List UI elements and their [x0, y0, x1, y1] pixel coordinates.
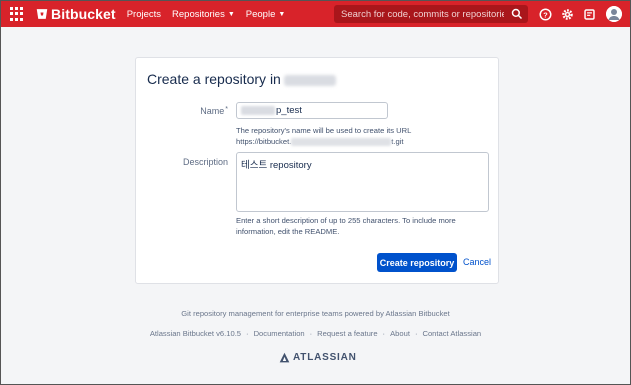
description-value: 테스트 repository — [241, 160, 312, 171]
chevron-down-icon: ▼ — [278, 10, 286, 18]
bitbucket-bucket-icon — [36, 9, 48, 19]
search-icon[interactable] — [511, 8, 523, 20]
name-field[interactable]: p_test — [236, 102, 388, 119]
help-icon[interactable]: ? — [538, 7, 552, 21]
nav-repositories[interactable]: Repositories ▼ — [172, 9, 235, 20]
brand-name: Bitbucket — [51, 6, 116, 22]
redacted-url — [291, 138, 392, 146]
chevron-down-icon: ▼ — [227, 10, 235, 18]
top-navigation-bar: Bitbucket Projects Repositories ▼ People ▼… — [1, 1, 630, 27]
inbox-icon[interactable] — [582, 7, 596, 21]
atlassian-logo[interactable]: ATLASSIAN — [279, 352, 357, 363]
footer-tagline: Git repository management for enterprise… — [181, 309, 450, 318]
redacted-name-prefix — [241, 106, 275, 115]
avatar[interactable] — [606, 6, 622, 22]
description-textarea[interactable]: 테스트 repository — [236, 152, 489, 212]
nav-projects[interactable]: Projects — [127, 9, 161, 20]
description-label: Description — [182, 157, 228, 167]
redacted-project-name — [283, 74, 336, 86]
nav-people[interactable]: People ▼ — [246, 9, 286, 20]
footer-version-link[interactable]: Atlassian Bitbucket v6.10.5 — [150, 329, 241, 338]
repository-url-preview: https://bitbucket. t.git — [236, 137, 404, 146]
footer-contact-link[interactable]: Contact Atlassian — [422, 329, 481, 338]
search-input[interactable] — [334, 8, 504, 20]
svg-text:?: ? — [543, 10, 548, 19]
name-help-line: The repository's name will be used to cr… — [236, 126, 412, 135]
footer-links: Atlassian Bitbucket v6.10.5 · Documentatio… — [149, 329, 482, 338]
atlassian-triangle-icon — [279, 352, 290, 363]
search-box — [334, 5, 528, 23]
create-repository-button[interactable]: Create repository — [377, 253, 457, 272]
header-right-actions: ? — [538, 1, 630, 27]
description-help-text: Enter a short description of up to 255 c… — [236, 216, 456, 236]
gear-icon[interactable] — [560, 7, 574, 21]
footer-request-feature-link[interactable]: Request a feature — [317, 329, 377, 338]
footer-about-link[interactable]: About — [390, 329, 410, 338]
name-label: Name* — [200, 106, 228, 116]
atlassian-wordmark: ATLASSIAN — [293, 352, 357, 363]
name-help-text: The repository's name will be used to cr… — [236, 125, 411, 147]
cancel-link[interactable]: Cancel — [463, 257, 491, 267]
app-switcher-icon[interactable] — [10, 7, 24, 21]
name-field-value: p_test — [276, 105, 302, 116]
footer-documentation-link[interactable]: Documentation — [254, 329, 305, 338]
required-mark: * — [225, 106, 228, 113]
create-repository-card: Create a repository in Name* p_test The … — [135, 57, 499, 284]
page-title: Create a repository in — [147, 71, 336, 87]
bitbucket-logo[interactable]: Bitbucket — [36, 6, 116, 22]
